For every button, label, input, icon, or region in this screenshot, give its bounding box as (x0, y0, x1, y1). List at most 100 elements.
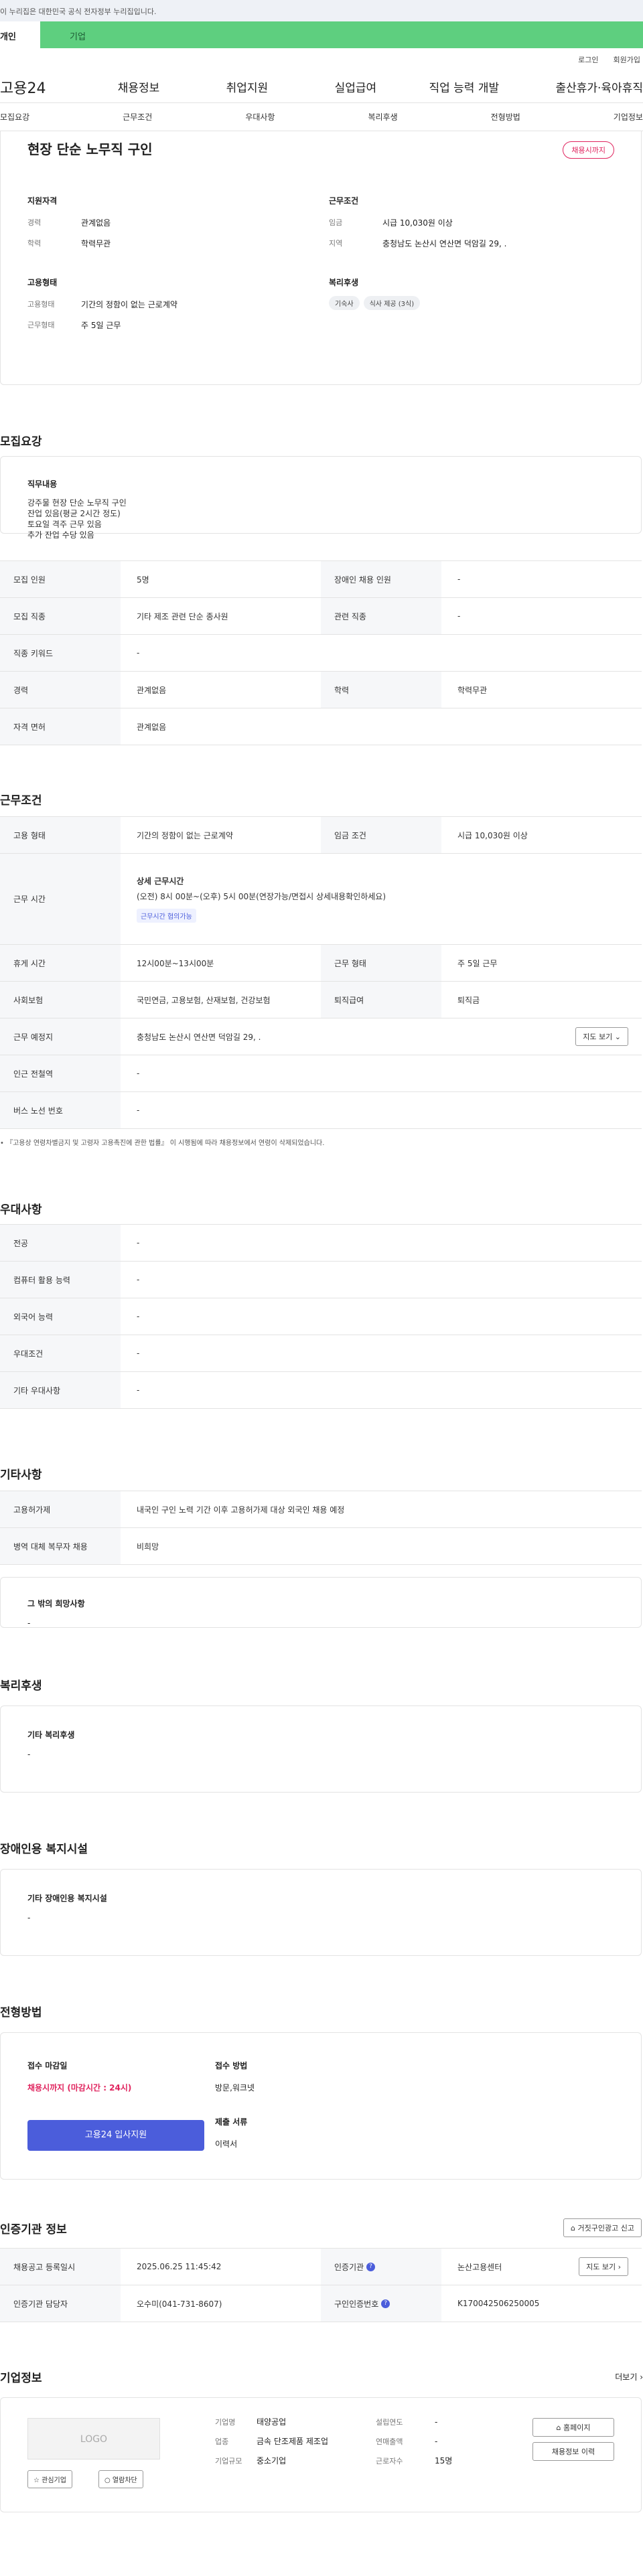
emp-count-key: 근로자수 (376, 2457, 403, 2466)
row-key: 모집 인원 (0, 561, 121, 597)
info-icon[interactable]: ? (381, 2299, 390, 2308)
tab-personal[interactable]: 개인 (0, 21, 40, 48)
company-header: 기업정보 더보기 › (0, 2356, 643, 2397)
row-key: 우대조건 (0, 1335, 121, 1371)
company-info-col2: 설립연도 - 연매출액 - 근로자수 15명 (376, 2417, 476, 2467)
more-link[interactable]: 더보기 › (615, 2371, 643, 2382)
chevron-down-icon: ⌄ (614, 1033, 621, 1041)
gnb-item-vocational-training[interactable]: 직업 능력 개발 (410, 78, 518, 95)
hours-tag: 근무시간 협의가능 (137, 909, 196, 923)
company-box: LOGO ☆ 관심기업 ○ 열람차단 기업명 태양공업 업종 금속 단조제품 제조업… (0, 2397, 642, 2512)
report-button-label: 거짓구인광고 신고 (577, 2224, 634, 2232)
row-key: 관련 직종 (321, 598, 441, 634)
table-row: 전공 - (0, 1225, 642, 1262)
row-value: 기타 제조 관련 단순 종사원 (137, 611, 228, 621)
gnb-item-jobs[interactable]: 채용정보 (84, 78, 193, 95)
worktype-value: 주 5일 근무 (81, 321, 121, 330)
row-value: 국민연금, 고용보험, 산재보험, 건강보험 (137, 995, 271, 1005)
section-nav: 모집요강 근무조건 우대사항 복리후생 전형방법 기업정보 (0, 103, 643, 131)
util-menu: 로그인 회원가입 (0, 48, 643, 71)
deadline-value: 채용시까지 (마감시간 : 24시) (27, 2083, 132, 2093)
docs-value: 이력서 (215, 2139, 238, 2149)
edu-value: 학력무관 (81, 239, 111, 248)
report-button[interactable]: ⌂ 거짓구인광고 신고 (563, 2218, 642, 2237)
age-notice: • 『고용상 연령차별금지 및 고령자 고용촉진에 관한 법률』 이 시행됨에 … (0, 1140, 325, 1147)
hours-value: (오전) 8시 00분~(오후) 5시 00분(연장가능/면접시 상세내용확인하… (137, 892, 386, 901)
gnb-item-employment-support[interactable]: 취업지원 (193, 78, 301, 95)
org-map-button[interactable]: 지도 보기 › (579, 2257, 628, 2276)
row-value: 퇴직금 (457, 995, 480, 1005)
homepage-button[interactable]: ⌂ 홈페이지 (532, 2418, 614, 2437)
sales-value: - (435, 2437, 438, 2446)
deadline-badge: 채용시까지 (563, 141, 614, 159)
table-row: 기타 우대사항 - (0, 1372, 642, 1409)
certno-key-label: 구인인증번호 (334, 2299, 379, 2309)
company-info-col1: 기업명 태양공업 업종 금속 단조제품 제조업 기업규모 중소기업 (215, 2417, 342, 2467)
join-link[interactable]: 회원가입 (614, 54, 640, 65)
condition-section-title: 근무조건 (0, 794, 42, 808)
row-key: 인근 전철역 (0, 1055, 121, 1091)
cert-header: 인증기관 정보 ⌂ 거짓구인광고 신고 (0, 2208, 643, 2248)
gnb-item-unemployment-benefit[interactable]: 실업급여 (301, 78, 410, 95)
site-logo[interactable]: 고용24 (0, 76, 84, 98)
row-value: - (137, 1238, 140, 1247)
row-value: - (137, 648, 140, 658)
table-row: 모집 인원 5명 장애인 채용 인원 - (0, 561, 642, 598)
block-view-button[interactable]: ○ 열람차단 (98, 2470, 143, 2488)
est-key: 설립연도 (376, 2418, 403, 2427)
row-key: 병역 대체 복무자 채용 (0, 1528, 121, 1564)
lnb-item-welfare[interactable]: 복리후생 (368, 111, 397, 123)
circle-icon: ○ (104, 2477, 111, 2484)
row-key: 모집 직종 (0, 598, 121, 634)
job-title: 현장 단순 노무직 구인 (27, 141, 153, 157)
table-row: 우대조건 - (0, 1335, 642, 1372)
row-key: 직종 키워드 (0, 635, 121, 671)
duty-title: 직무내용 (27, 479, 58, 489)
sales-key: 연매출액 (376, 2437, 403, 2446)
duty-line: 잔업 있음(평균 2시간 정도) (27, 509, 121, 518)
map-button[interactable]: 지도 보기 ⌄ (575, 1027, 628, 1046)
welfare-box: 기타 복리후생 - (0, 1706, 642, 1793)
tab-company[interactable]: 기업 (40, 21, 643, 48)
table-row: 직종 키워드 - (0, 635, 642, 672)
row-value: 내국인 구인 노력 기간 이후 고용허가제 대상 외국인 채용 예정 (137, 1505, 345, 1515)
employment-type-title: 고용형태 (27, 278, 58, 287)
table-row: 모집 직종 기타 제조 관련 단순 종사원 관련 직종 - (0, 598, 642, 635)
row-value: 관계없음 (137, 722, 167, 732)
login-link[interactable]: 로그인 (578, 54, 598, 65)
row-key: 휴게 시간 (0, 945, 121, 981)
lnb-item-selection[interactable]: 전형방법 (491, 111, 520, 123)
lnb-item-company[interactable]: 기업정보 (614, 111, 643, 123)
hours-cell: 상세 근무시간 (오전) 8시 00분~(오후) 5시 00분(연장가능/면접시… (121, 854, 642, 944)
table-row: 외국어 능력 - (0, 1298, 642, 1335)
lnb-item-recruit[interactable]: 모집요강 (0, 111, 29, 123)
block-label: 열람차단 (112, 2477, 137, 2484)
row-key: 자격 면허 (0, 708, 121, 745)
row-key: 근무 시간 (0, 854, 121, 944)
hours-title: 상세 근무시간 (137, 877, 184, 886)
row-value: - (137, 1069, 140, 1078)
table-row: 채용공고 등록일시 2025.06.25 11:45:42 인증기관 ? 논산고… (0, 2249, 642, 2285)
row-value: - (137, 1106, 140, 1115)
etc-table: 고용허가제 내국인 구인 노력 기간 이후 고용허가제 대상 외국인 채용 예정 … (0, 1491, 642, 1565)
welfare-box-value: - (27, 1750, 31, 1759)
wage-value: 시급 10,030원 이상 (382, 218, 453, 228)
employment-type-block: 고용형태 고용형태 기간의 정함이 없는 근로계약 근무형태 주 5일 근무 (27, 277, 282, 331)
lnb-item-condition[interactable]: 근무조건 (123, 111, 152, 123)
table-row: 고용허가제 내국인 구인 노력 기간 이후 고용허가제 대상 외국인 채용 예정 (0, 1491, 642, 1528)
gnb-item-parental-leave[interactable]: 출산휴가·육아휴직 (518, 78, 643, 95)
row-value: 학력무관 (457, 685, 488, 695)
duty-box: 직무내용 강주물 현장 단순 노무직 구인 잔업 있음(평균 2시간 정도) 토… (0, 456, 642, 540)
history-button[interactable]: 채용정보 이력 (532, 2442, 614, 2461)
org-key-label: 인증기관 (334, 2262, 364, 2272)
lnb-item-preference[interactable]: 우대사항 (245, 111, 275, 123)
recruit-section-title: 모집요강 (0, 435, 42, 449)
company-logo: LOGO (27, 2418, 160, 2459)
apply-button[interactable]: 고용24 입사지원 (27, 2120, 204, 2151)
welfare-section-title: 복리후생 (0, 1679, 42, 1693)
company-name-key: 기업명 (215, 2418, 236, 2427)
favorite-company-button[interactable]: ☆ 관심기업 (27, 2470, 72, 2488)
est-value: - (435, 2417, 438, 2427)
info-icon[interactable]: ? (366, 2262, 375, 2271)
deadline-block: 접수 마감일 채용시까지 (마감시간 : 24시) 고용24 입사지원 (27, 2060, 204, 2151)
